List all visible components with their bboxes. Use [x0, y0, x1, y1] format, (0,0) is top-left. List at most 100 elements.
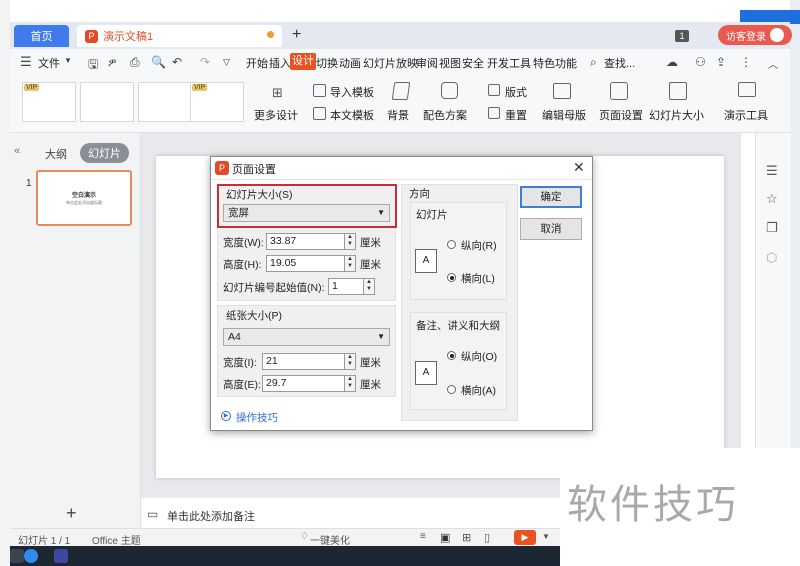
grid-icon[interactable]: ⊞ [272, 85, 283, 101]
cube-icon[interactable]: ⬡ [766, 250, 777, 266]
landscape-a-label[interactable]: 横向(A) [461, 383, 496, 398]
maximize-icon[interactable]: ☐ [748, 0, 759, 11]
close-icon[interactable]: ✕ [772, 0, 783, 12]
page-setup-button[interactable]: 页面设置 [599, 107, 643, 123]
normal-view-icon[interactable]: ▣ [440, 531, 450, 544]
beautify-button[interactable]: 一键美化 [310, 532, 350, 547]
menu-review[interactable]: 审阅 [416, 55, 438, 71]
collapse-ribbon-icon[interactable]: ︿ [768, 56, 778, 71]
template-thumb-1[interactable]: VIP [22, 82, 76, 122]
new-tab-button[interactable]: + [292, 26, 301, 44]
template-thumb-4[interactable]: VIP [190, 82, 244, 122]
portrait-r-label[interactable]: 纵向(R) [461, 238, 497, 253]
width-input[interactable]: 33.87 [266, 233, 345, 250]
template-thumb-2[interactable] [80, 82, 134, 122]
color-scheme-button[interactable]: 配色方案 [423, 107, 467, 123]
portrait-o-radio[interactable] [447, 351, 456, 360]
menu-slideshow[interactable]: 幻灯片放映 [363, 55, 418, 71]
paper-size-value: A4 [228, 331, 241, 343]
play-button[interactable]: ▶ [514, 530, 536, 545]
collaborate-icon[interactable]: ⚇ [695, 55, 706, 69]
add-slide-button[interactable]: + [66, 503, 77, 524]
tab-document[interactable]: P 演示文稿1 [77, 25, 282, 47]
play-dropdown-icon[interactable]: ▼ [542, 532, 550, 541]
paper-height-input[interactable]: 29.7 [262, 375, 345, 392]
portrait-r-radio[interactable] [447, 240, 456, 249]
width-spinner[interactable]: ▲ ▼ [345, 233, 356, 250]
menu-features[interactable]: 特色功能 [533, 55, 577, 71]
paper-height-spinner[interactable]: ▲ ▼ [345, 375, 356, 392]
taskbar-browser-icon[interactable] [24, 549, 38, 563]
search-icon[interactable]: ⌕ [590, 55, 597, 70]
height-spinner[interactable]: ▲ ▼ [345, 255, 356, 272]
quick-access-dropdown-icon[interactable]: ▽ [223, 57, 230, 68]
save-icon[interactable]: 🖫 [88, 55, 98, 76]
tips-link[interactable]: 操作技巧 [236, 410, 278, 425]
undo-icon[interactable]: ↶ [172, 55, 182, 69]
taskbar-wps-icon[interactable] [54, 549, 68, 563]
format-painter-icon[interactable]: ዎ [108, 55, 116, 70]
view-toggle-icon[interactable]: ≡ [420, 531, 426, 542]
menu-view[interactable]: 视图 [439, 55, 461, 71]
star-icon[interactable]: ☆ [766, 191, 778, 207]
taskbar [10, 546, 560, 566]
reset-button[interactable]: 重置 [505, 107, 527, 123]
tab-home[interactable]: 首页 [14, 25, 69, 47]
chevron-down-icon[interactable]: ▼ [64, 56, 72, 65]
import-template-icon [313, 84, 326, 97]
portrait-o-label[interactable]: 纵向(O) [461, 349, 497, 364]
cloud-icon[interactable]: ☁ [666, 55, 678, 69]
redo-icon[interactable]: ↷ [200, 55, 210, 69]
start-number-spinner[interactable]: ▲ ▼ [364, 278, 375, 295]
login-button[interactable]: 访客登录 [718, 25, 792, 45]
slide-thumbnail[interactable]: 空白演示 单击此处添加副标题 [36, 170, 132, 226]
dialog-close-icon[interactable]: ✕ [573, 159, 585, 176]
search-box[interactable]: 查找... [604, 55, 635, 71]
menu-animation[interactable]: 动画 [339, 55, 361, 71]
print-preview-icon[interactable]: 🔍 [151, 55, 166, 69]
paper-size-select[interactable]: A4 ▼ [223, 328, 390, 346]
taskbar-start-icon[interactable] [10, 549, 24, 563]
menu-start[interactable]: 开始 [246, 55, 268, 71]
edit-master-button[interactable]: 编辑母版 [542, 107, 586, 123]
slide-size-select[interactable]: 宽屏 ▼ [223, 204, 390, 222]
more-icon[interactable]: ⋮ [740, 55, 752, 69]
landscape-l-label[interactable]: 横向(L) [461, 271, 495, 286]
menu-design[interactable]: 设计 [290, 53, 316, 70]
ok-button[interactable]: 确定 [520, 186, 582, 208]
play-tips-icon[interactable]: ▶ [221, 411, 231, 421]
tab-outline[interactable]: 大纲 [45, 146, 67, 162]
settings-sliders-icon[interactable]: ☰ [766, 163, 778, 179]
share-icon[interactable]: ⇪ [716, 55, 726, 69]
landscape-a-radio[interactable] [447, 385, 456, 394]
height-input[interactable]: 19.05 [266, 255, 345, 272]
landscape-l-radio[interactable] [447, 273, 456, 282]
presentation-tools-button[interactable]: 演示工具 [724, 107, 768, 123]
background-button[interactable]: 背景 [387, 107, 409, 123]
menu-developer[interactable]: 开发工具 [487, 55, 531, 71]
chevron-down-icon: ▼ [377, 332, 385, 341]
slide-size-button[interactable]: 幻灯片大小 [649, 107, 704, 123]
template-thumb-3[interactable] [138, 82, 192, 122]
menu-security[interactable]: 安全 [462, 55, 484, 71]
import-template-button[interactable]: 导入模板 [330, 84, 374, 100]
menu-file[interactable]: 文件 [38, 55, 60, 71]
collapse-panel-icon[interactable]: « [14, 145, 20, 157]
tab-slides[interactable]: 幻灯片 [80, 143, 129, 163]
paper-width-input[interactable]: 21 [262, 353, 345, 370]
copy-icon[interactable]: ❐ [766, 220, 778, 236]
reading-view-icon[interactable]: ▯ [484, 531, 490, 544]
notes-bar[interactable]: ▭ 单击此处添加备注 [141, 500, 561, 528]
menu-insert[interactable]: 插入 [269, 55, 291, 71]
more-design-button[interactable]: 更多设计 [254, 107, 298, 123]
menu-transition[interactable]: 切换 [316, 55, 338, 71]
this-template-button[interactable]: 本文模板 [330, 107, 374, 123]
layout-button[interactable]: 版式 [505, 84, 527, 100]
cancel-button[interactable]: 取消 [520, 218, 582, 240]
start-number-input[interactable]: 1 [328, 278, 364, 295]
print-icon[interactable]: ⎙ [130, 55, 140, 70]
sorter-view-icon[interactable]: ⊞ [462, 531, 471, 544]
paper-width-spinner[interactable]: ▲ ▼ [345, 353, 356, 370]
window-count-badge[interactable]: 1 [675, 30, 689, 42]
hamburger-menu-icon[interactable]: ☰ [20, 54, 32, 70]
